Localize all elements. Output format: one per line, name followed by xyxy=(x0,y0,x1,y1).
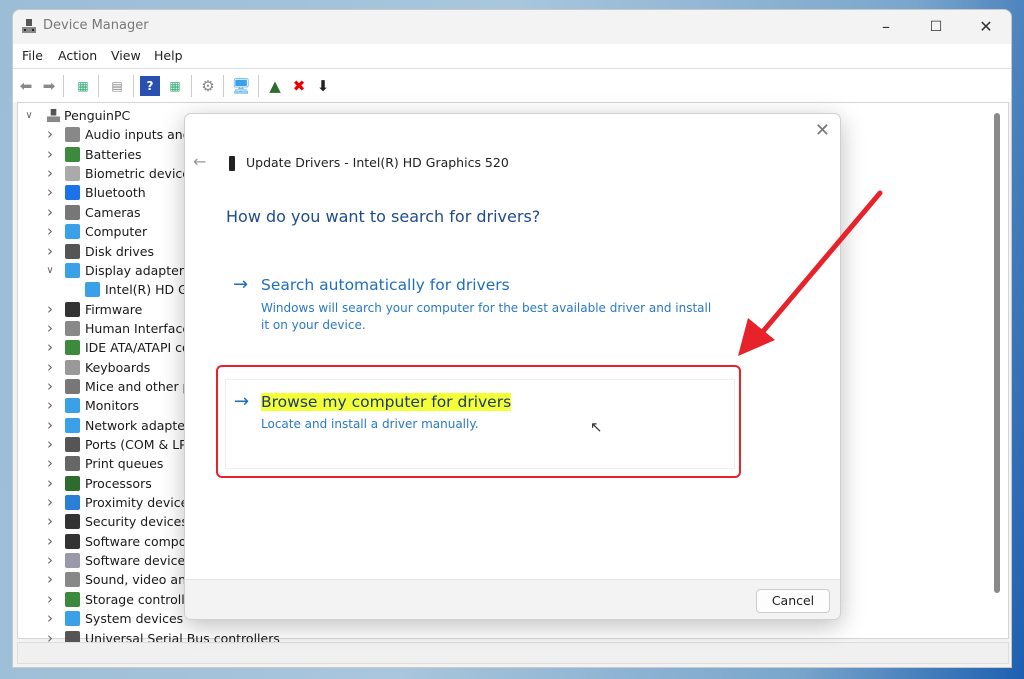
annotation-arrow xyxy=(738,190,883,356)
